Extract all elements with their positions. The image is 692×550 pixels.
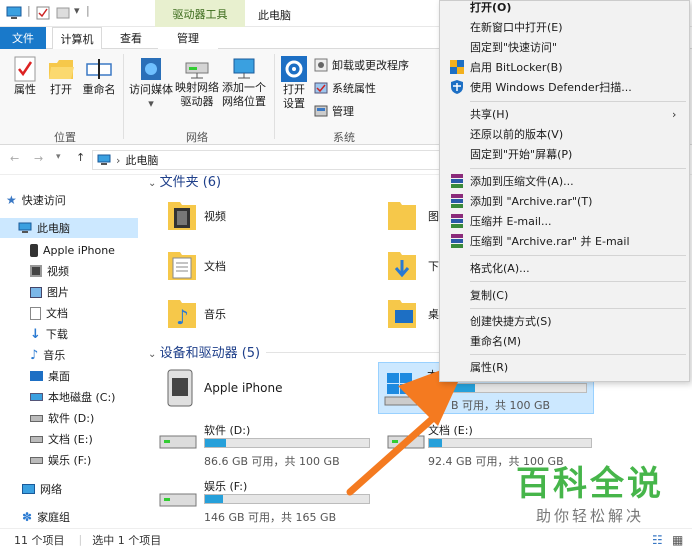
menu-item-share[interactable]: 共享(H) ›: [440, 104, 689, 124]
menu-separator: [470, 168, 686, 169]
watermark-subtitle: 助你轻松解决: [535, 507, 644, 525]
menu-item-properties[interactable]: 属性(R): [440, 357, 689, 377]
menu-separator: [470, 281, 686, 282]
menu-item-compress-email[interactable]: 压缩并 E-mail...: [440, 211, 689, 231]
menu-item-add-archive[interactable]: 添加到压缩文件(A)...: [440, 171, 689, 191]
menu-item-defender-scan[interactable]: 使用 Windows Defender扫描...: [440, 77, 689, 97]
context-menu: 打开(O) 在新窗口中打开(E) 固定到"快速访问" 启用 BitLocker(…: [439, 0, 690, 382]
menu-item-rename[interactable]: 重命名(M): [440, 331, 689, 351]
winrar-icon: [451, 174, 463, 188]
menu-item-format[interactable]: 格式化(A)...: [440, 258, 689, 278]
menu-item-create-shortcut[interactable]: 创建快捷方式(S): [440, 311, 689, 331]
winrar-icon: [451, 194, 463, 208]
winrar-icon: [451, 234, 463, 248]
menu-item-restore-versions[interactable]: 还原以前的版本(V): [440, 124, 689, 144]
menu-item-bitlocker[interactable]: 启用 BitLocker(B): [440, 57, 689, 77]
shield-icon: [450, 60, 464, 74]
menu-separator: [470, 354, 686, 355]
watermark: 百科全说 助你轻松解决: [516, 456, 664, 526]
menu-item-add-archive-rar[interactable]: 添加到 "Archive.rar"(T): [440, 191, 689, 211]
menu-item-open[interactable]: 打开(O): [440, 0, 689, 17]
menu-item-compress-rar-email[interactable]: 压缩到 "Archive.rar" 并 E-mail: [440, 231, 689, 251]
defender-shield-icon: [451, 80, 463, 94]
menu-separator: [470, 308, 686, 309]
menu-item-open-new-window[interactable]: 在新窗口中打开(E): [440, 17, 689, 37]
menu-item-copy[interactable]: 复制(C): [440, 285, 689, 305]
menu-separator: [470, 101, 686, 102]
menu-item-pin-start[interactable]: 固定到"开始"屏幕(P): [440, 144, 689, 164]
winrar-icon: [451, 214, 463, 228]
chevron-right-icon: ›: [672, 107, 677, 121]
menu-separator: [470, 255, 686, 256]
menu-item-pin-quick-access[interactable]: 固定到"快速访问": [440, 37, 689, 57]
watermark-title: 百科全说: [516, 464, 664, 504]
